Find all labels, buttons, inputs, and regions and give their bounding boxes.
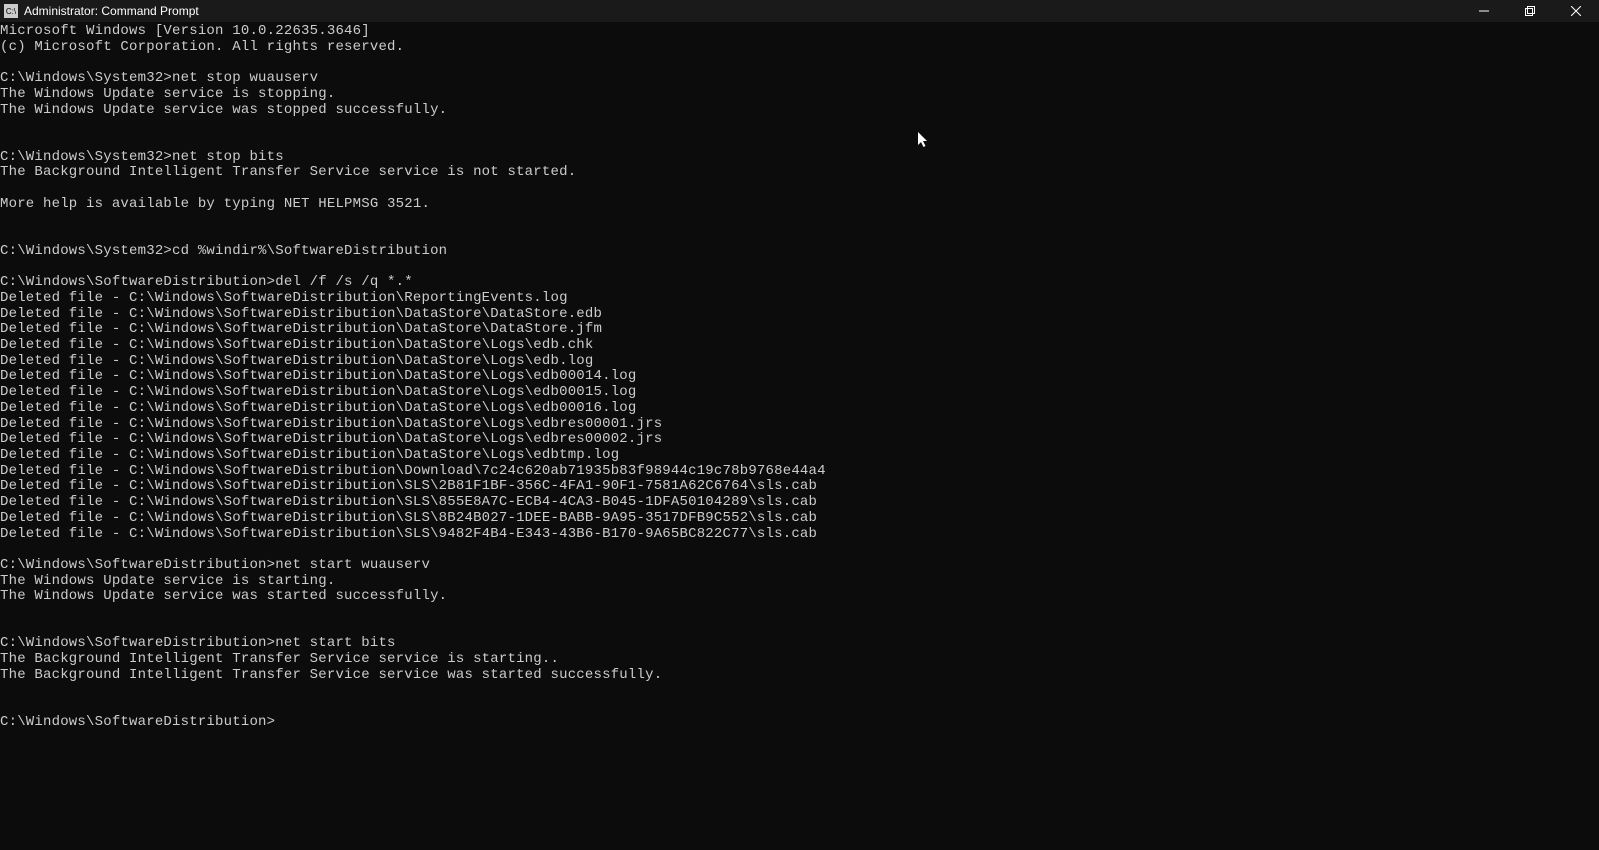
- maximize-icon: [1525, 6, 1535, 16]
- maximize-button[interactable]: [1507, 0, 1553, 22]
- close-icon: [1571, 6, 1581, 16]
- window-titlebar: C:\ Administrator: Command Prompt: [0, 0, 1599, 22]
- cmd-app-icon: C:\: [4, 4, 18, 18]
- titlebar-left: C:\ Administrator: Command Prompt: [4, 4, 199, 18]
- minimize-button[interactable]: [1461, 0, 1507, 22]
- terminal-content[interactable]: Microsoft Windows [Version 10.0.22635.36…: [0, 22, 1599, 731]
- minimize-icon: [1479, 6, 1489, 16]
- close-button[interactable]: [1553, 0, 1599, 22]
- window-title: Administrator: Command Prompt: [24, 4, 199, 18]
- titlebar-buttons: [1461, 0, 1599, 22]
